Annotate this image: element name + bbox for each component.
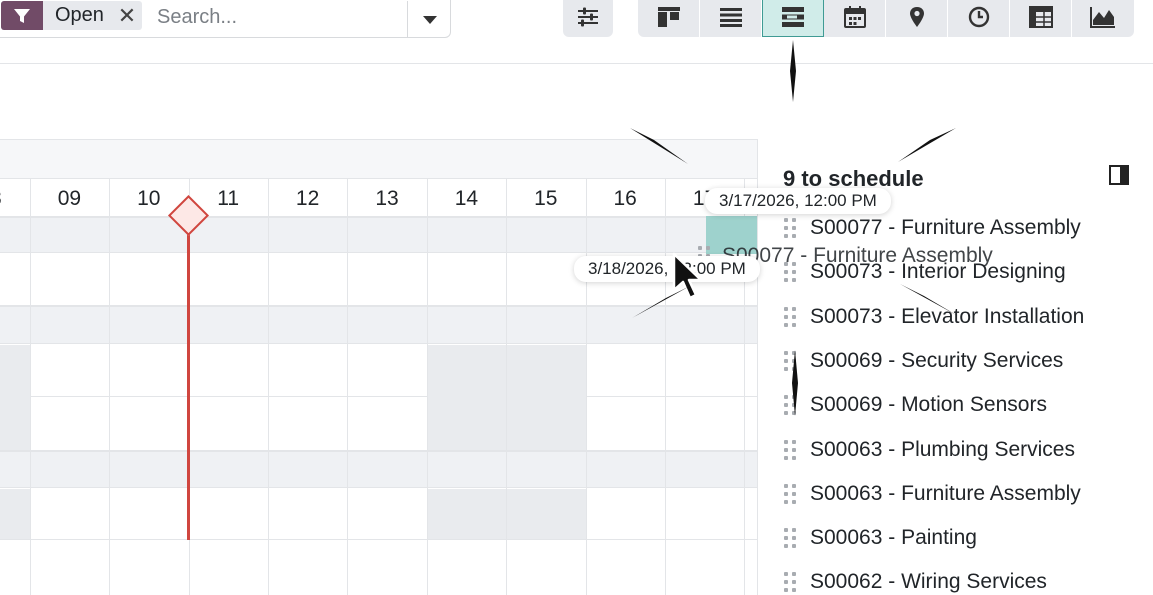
overlay-stroke	[630, 128, 688, 164]
panel-item-label: S00063 - Plumbing Services	[810, 437, 1075, 461]
panel-item-label: S00073 - Interior Designing	[810, 260, 1066, 284]
hour-gridline	[347, 179, 348, 595]
hour-gridline	[586, 179, 587, 595]
view-gantt-button[interactable]	[762, 0, 824, 37]
hour-gridline	[109, 179, 110, 595]
hour-label: 11	[217, 187, 240, 210]
hour-gridline	[268, 179, 269, 595]
view-switcher	[638, 0, 1134, 37]
hour-label: 14	[454, 187, 479, 210]
non-working-time	[0, 345, 30, 450]
toolbar-divider	[0, 63, 1153, 64]
panel-item-label: S00062 - Wiring Services	[810, 570, 1047, 594]
hour-label: 12	[295, 187, 320, 210]
panel-list-item[interactable]: S00063 - Plumbing Services	[784, 428, 1075, 472]
panel-list-item[interactable]: S00069 - Motion Sensors	[784, 383, 1047, 427]
drag-handle-icon[interactable]	[784, 306, 798, 327]
search-options-toggle[interactable]	[407, 1, 451, 38]
overlay-stroke	[900, 284, 958, 316]
hour-label: 16	[613, 187, 637, 210]
search-bar: Open ✕	[0, 0, 451, 38]
search-input[interactable]	[157, 3, 397, 31]
list-icon	[719, 7, 742, 27]
drag-end-tooltip: 3/18/2026, 12:00 PM	[574, 256, 760, 282]
gantt-row[interactable]	[0, 397, 757, 451]
panel-item-label: S00063 - Painting	[810, 526, 977, 550]
overlay-stroke	[632, 286, 690, 318]
hour-label: 15	[534, 187, 558, 210]
view-kanban-button[interactable]	[638, 0, 700, 37]
hour-label: 09	[57, 187, 82, 210]
kanban-icon	[657, 6, 680, 27]
gantt-hours-header: 08091011121314151617	[0, 179, 757, 217]
non-working-time	[0, 489, 30, 539]
filter-panel-button[interactable]	[563, 0, 613, 37]
overlay-stroke	[792, 350, 798, 416]
panel-item-label: S00077 - Furniture Assembly	[810, 216, 1081, 239]
gantt-icon	[782, 6, 804, 27]
non-working-time	[428, 345, 586, 450]
hour-label: 13	[375, 187, 399, 210]
view-activity-button[interactable]	[948, 0, 1010, 37]
view-graph-button[interactable]	[1072, 0, 1134, 37]
gantt-planning-screen: Open ✕ Search... 09 10 11 12 13 14 15 16…	[0, 0, 1153, 595]
hour-label: 10	[137, 187, 161, 210]
hour-gridline	[665, 179, 666, 595]
clock-icon	[968, 6, 989, 27]
panel-item-label: S00069 - Motion Sensors	[810, 393, 1047, 417]
panel-title: 9 to schedule	[783, 166, 924, 191]
hour-gridline	[427, 179, 428, 595]
hour-label: 08	[0, 187, 2, 211]
facet-label: Open	[55, 4, 104, 26]
panel-list-item[interactable]: S00077 - Furniture Assembly	[784, 206, 1081, 250]
panel-list-item[interactable]: S00063 - Furniture Assembly	[784, 472, 1081, 516]
hour-gridline	[30, 179, 31, 595]
drag-handle-icon[interactable]	[784, 439, 798, 460]
today-line	[187, 212, 190, 540]
search-facet-open: Open ✕	[1, 1, 142, 30]
view-pivot-button[interactable]	[1010, 0, 1072, 37]
drag-handle-icon[interactable]	[784, 572, 798, 593]
view-map-button[interactable]	[886, 0, 948, 37]
drag-handle-icon[interactable]	[784, 218, 798, 238]
hour-gridline	[506, 179, 507, 595]
gantt-row[interactable]	[0, 488, 757, 540]
view-list-button[interactable]	[700, 0, 762, 37]
panel-toggle-icon[interactable]	[1109, 165, 1129, 185]
facet-remove-icon[interactable]: ✕	[112, 1, 142, 30]
view-calendar-button[interactable]	[824, 0, 886, 37]
sliders-icon	[578, 7, 598, 26]
drag-handle-icon[interactable]	[784, 528, 798, 549]
drag-handle-icon[interactable]	[784, 483, 798, 504]
overlay-stroke	[898, 128, 956, 162]
panel-list-item[interactable]: S00062 - Wiring Services	[784, 560, 1047, 595]
non-working-time	[428, 489, 586, 539]
drag-handle-icon[interactable]	[784, 262, 798, 283]
panel-item-label: S00063 - Furniture Assembly	[810, 481, 1081, 505]
panel-list-item[interactable]: S00063 - Painting	[784, 516, 977, 560]
calendar-icon	[843, 5, 866, 28]
map-pin-icon	[909, 6, 924, 27]
caret-down-icon	[422, 15, 437, 24]
panel-list-item[interactable]: S00069 - Security Services	[784, 339, 1063, 383]
area-chart-icon	[1090, 6, 1115, 28]
panel-item-label: S00069 - Security Services	[810, 348, 1064, 372]
gantt-group-row	[0, 217, 757, 253]
gantt-group-row	[0, 451, 757, 488]
gantt-row[interactable]	[0, 344, 757, 397]
overlay-stroke	[790, 40, 796, 102]
filter-funnel-icon	[1, 1, 43, 30]
pivot-table-icon	[1028, 5, 1053, 28]
